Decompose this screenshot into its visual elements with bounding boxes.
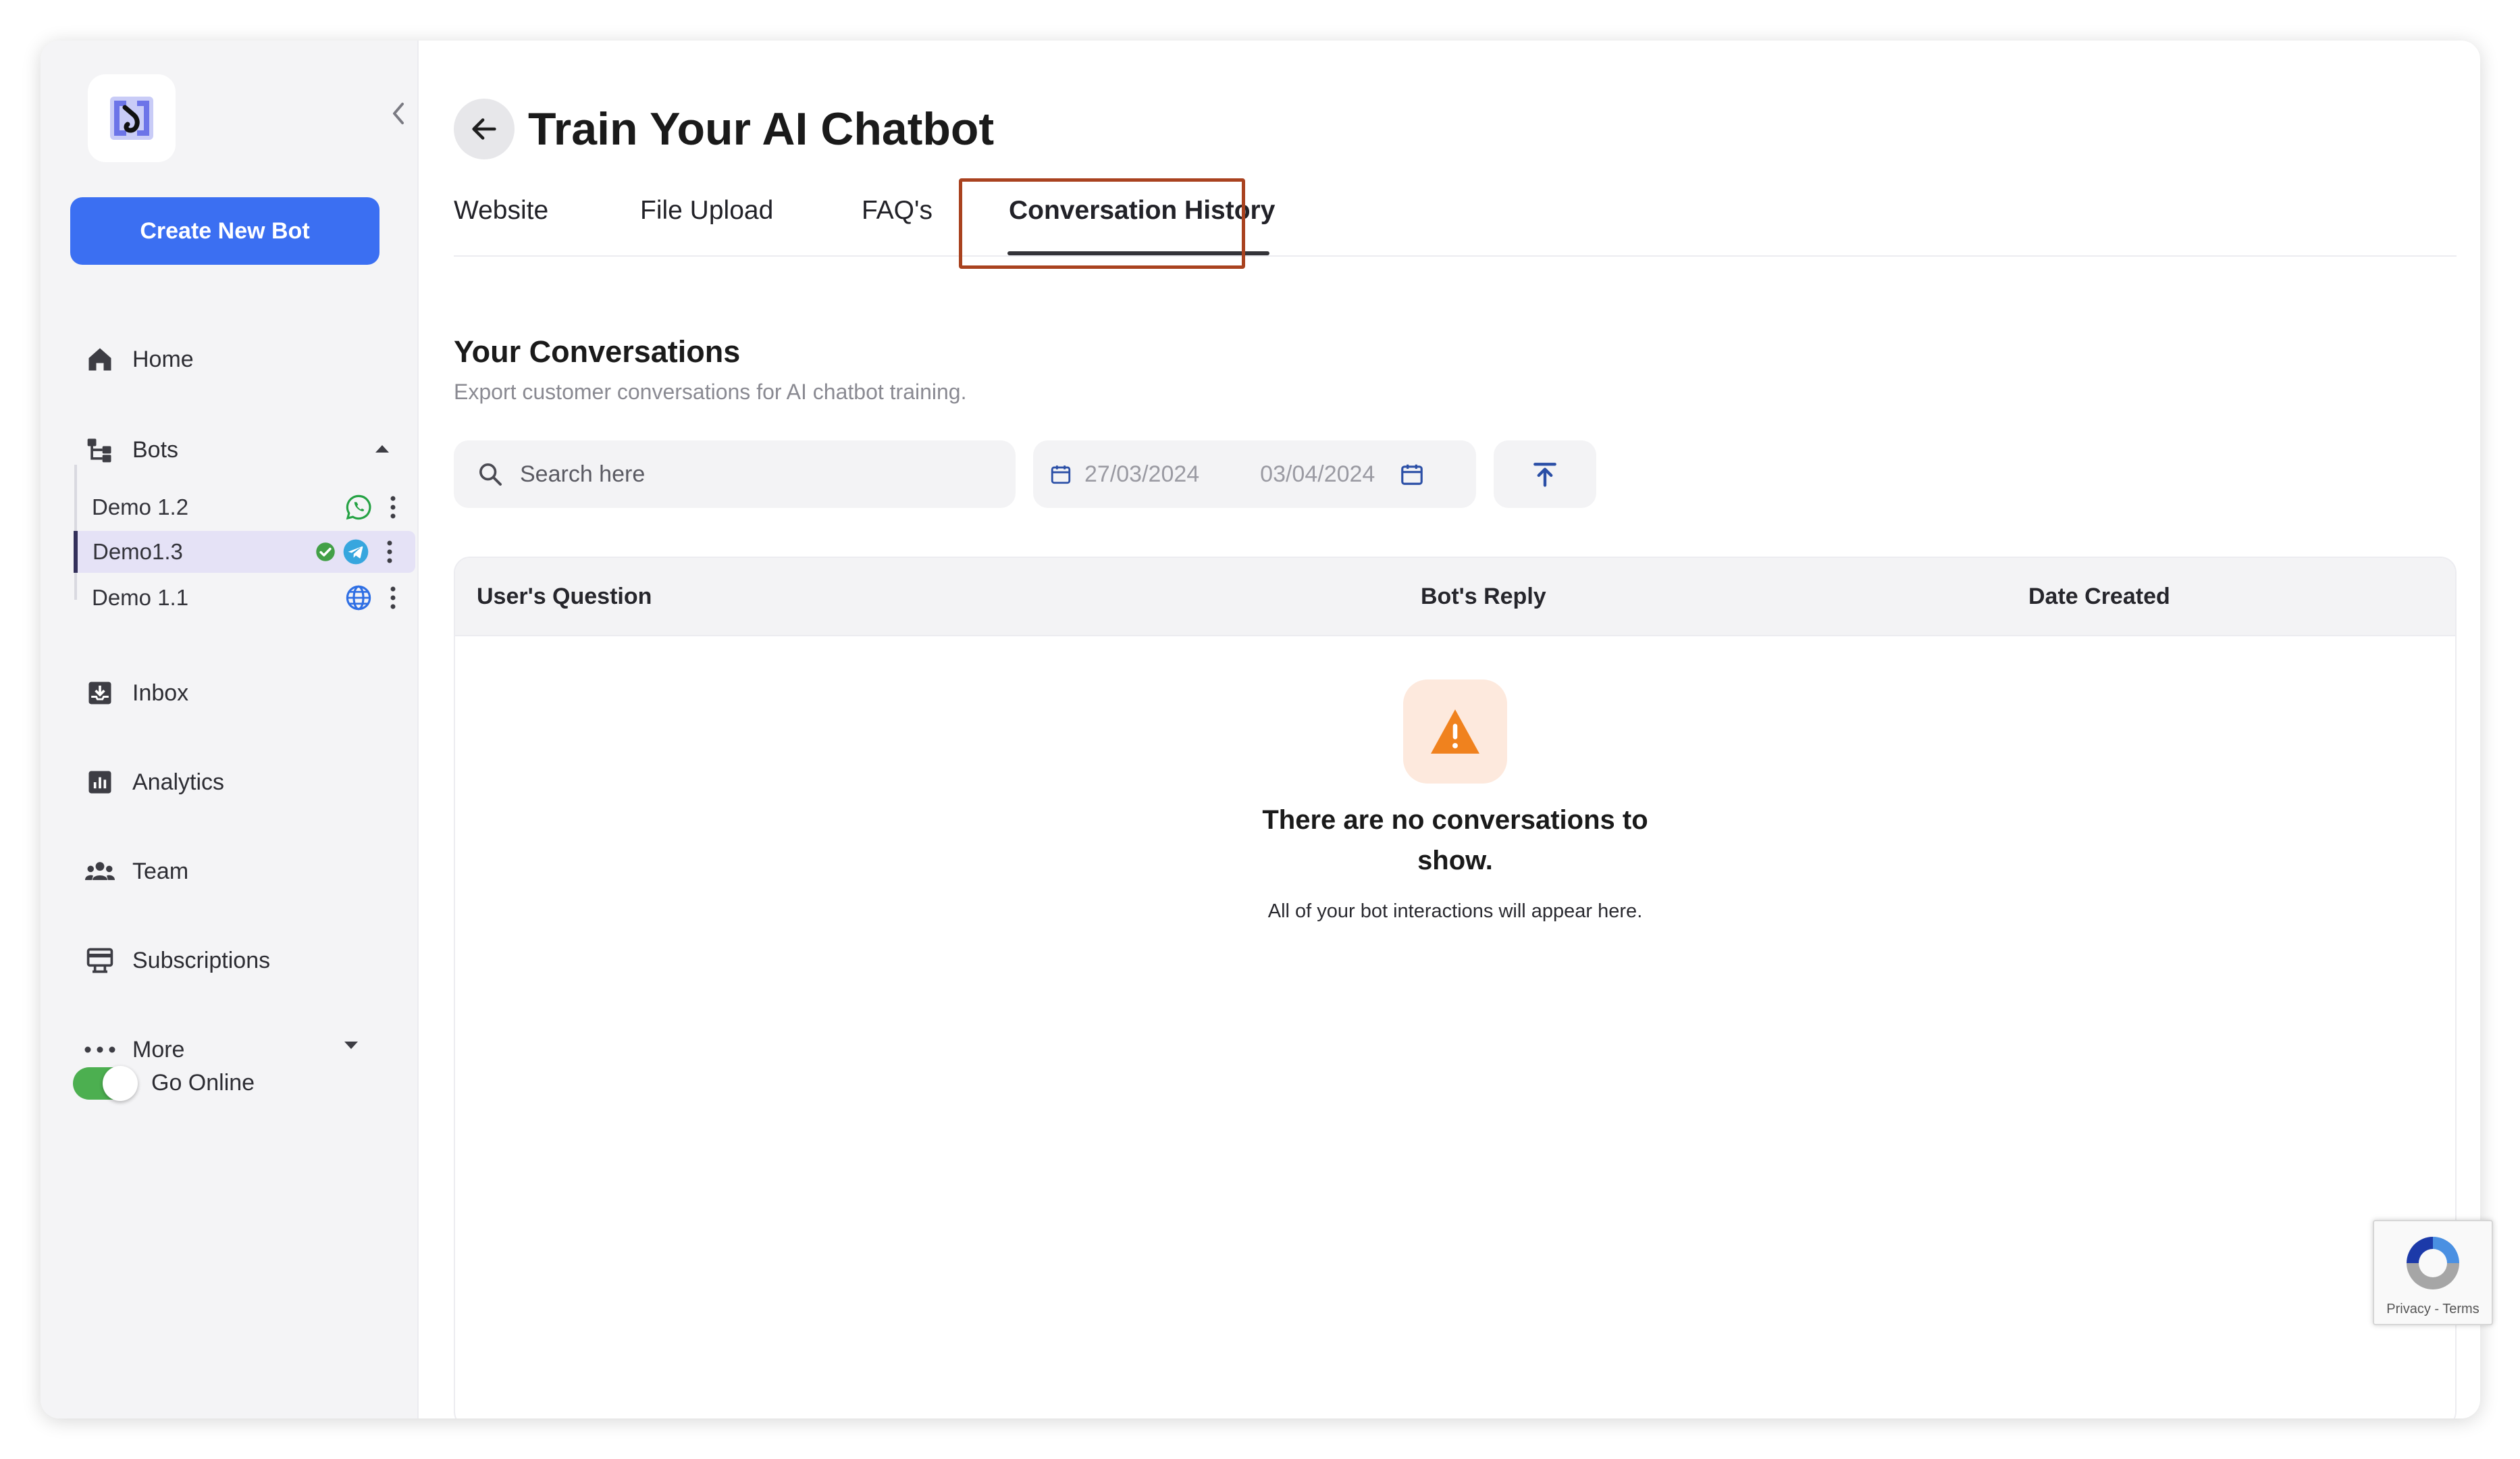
nav-bots[interactable]: Bots <box>84 434 178 466</box>
nav-team-label: Team <box>132 858 189 884</box>
nav-analytics[interactable]: Analytics <box>84 766 224 798</box>
recaptcha-label[interactable]: Privacy - Terms <box>2374 1302 2492 1317</box>
bot-item-demo-1-2[interactable]: Demo 1.2 <box>77 486 419 528</box>
home-icon <box>84 343 116 376</box>
globe-icon <box>346 585 371 611</box>
toggle-knob <box>103 1066 138 1101</box>
search-icon <box>477 461 504 488</box>
logo-icon <box>110 97 153 140</box>
warning-badge <box>1403 680 1507 784</box>
bots-tree-icon <box>84 434 116 466</box>
empty-state-title: There are no conversations to show. <box>1262 805 1648 875</box>
tab-file-upload[interactable]: File Upload <box>640 196 773 226</box>
nav-home-label: Home <box>132 346 194 372</box>
section-title: Your Conversations <box>454 334 741 369</box>
main-content: Train Your AI Chatbot Website File Uploa… <box>419 41 2480 1418</box>
create-new-bot-button[interactable]: Create New Bot <box>70 197 379 265</box>
bot-menu-icon[interactable] <box>383 537 396 567</box>
conversations-table: User's Question Bot's Reply Date Created… <box>454 557 2457 1418</box>
recaptcha-icon <box>2407 1237 2459 1289</box>
nav-subscriptions-label: Subscriptions <box>132 947 271 973</box>
go-online-label: Go Online <box>151 1070 255 1096</box>
nav-bots-label: Bots <box>132 436 179 463</box>
tab-faqs[interactable]: FAQ's <box>862 196 933 226</box>
calendar-icon[interactable] <box>1399 461 1425 487</box>
check-icon <box>316 542 335 561</box>
nav-more-label: More <box>132 1036 185 1063</box>
more-dots-icon <box>84 1033 116 1066</box>
go-online-toggle[interactable] <box>73 1066 138 1101</box>
date-range-picker[interactable]: 27/03/2024 03/04/2024 <box>1033 440 1476 508</box>
search-placeholder: Search here <box>520 461 646 487</box>
empty-state-subtitle: All of your bot interactions will appear… <box>1267 900 1643 922</box>
nav-more[interactable]: More <box>84 1033 184 1066</box>
arrow-left-icon <box>472 118 496 140</box>
chevron-left-icon <box>393 103 404 124</box>
nav-inbox-label: Inbox <box>132 680 189 706</box>
recaptcha-badge[interactable]: Privacy - Terms <box>2373 1220 2493 1325</box>
team-icon <box>84 855 116 888</box>
app-window: Create New Bot Home Bots Demo 1.2 Demo1.… <box>41 41 2480 1418</box>
nav-subscriptions[interactable]: Subscriptions <box>84 944 270 977</box>
nav-analytics-label: Analytics <box>132 769 225 795</box>
table-header: User's Question Bot's Reply Date Created <box>455 558 2455 636</box>
upload-icon <box>1533 463 1556 487</box>
app-logo[interactable] <box>88 74 176 162</box>
collapse-sidebar-button[interactable] <box>385 100 412 127</box>
tab-website[interactable]: Website <box>454 196 548 226</box>
section-subtitle: Export customer conversations for AI cha… <box>454 380 967 404</box>
date-to[interactable]: 03/04/2024 <box>1260 461 1375 488</box>
nav-home[interactable]: Home <box>84 343 194 376</box>
telegram-icon <box>343 539 369 565</box>
empty-state: There are no conversations to show. All … <box>455 680 2455 927</box>
warning-icon <box>1431 709 1479 754</box>
bot-menu-icon[interactable] <box>386 583 400 613</box>
inbox-icon <box>84 677 116 709</box>
bot-item-demo-1-1[interactable]: Demo 1.1 <box>77 577 419 619</box>
column-header-date-created: Date Created <box>2028 584 2170 609</box>
back-button[interactable] <box>454 99 515 159</box>
nav-inbox[interactable]: Inbox <box>84 677 188 709</box>
export-button[interactable] <box>1494 440 1596 508</box>
whatsapp-icon <box>346 494 371 520</box>
bot-item-demo-1-3[interactable]: Demo1.3 <box>74 531 415 573</box>
bots-list: Demo 1.2 Demo1.3 Demo 1.1 <box>74 465 419 611</box>
date-from[interactable]: 27/03/2024 <box>1084 461 1199 488</box>
calendar-icon <box>1049 463 1072 486</box>
search-input[interactable]: Search here <box>454 440 1016 508</box>
column-header-bot-reply: Bot's Reply <box>1421 584 1546 609</box>
sidebar: Create New Bot Home Bots Demo 1.2 Demo1.… <box>41 41 419 1418</box>
column-header-user-question: User's Question <box>477 584 652 609</box>
caret-down-icon[interactable] <box>343 1040 359 1051</box>
tab-highlight-box <box>959 178 1245 269</box>
analytics-icon <box>84 766 116 798</box>
subscriptions-icon <box>84 944 116 977</box>
bot-menu-icon[interactable] <box>386 492 400 522</box>
page-title: Train Your AI Chatbot <box>528 103 995 155</box>
nav-team[interactable]: Team <box>84 855 188 888</box>
tab-bar: Website File Upload FAQ's Conversation H… <box>454 176 2457 257</box>
caret-up-icon[interactable] <box>374 443 390 454</box>
